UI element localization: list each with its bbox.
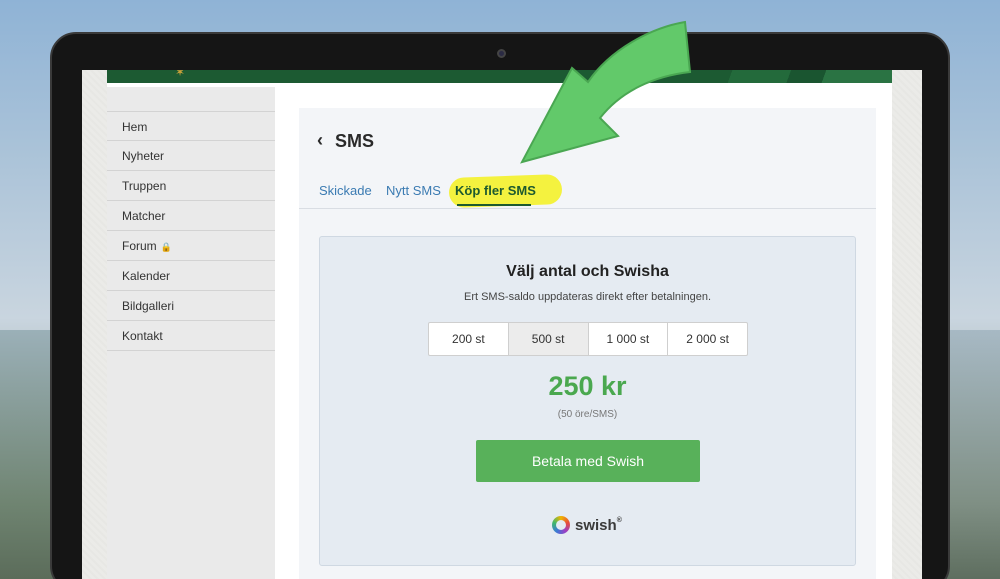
quantity-selector: 200 st 500 st 1 000 st 2 000 st: [428, 322, 748, 356]
option-1000[interactable]: 1 000 st: [589, 323, 669, 355]
sidebar-item-truppen[interactable]: Truppen: [107, 171, 275, 201]
tab-nytt-sms[interactable]: Nytt SMS: [386, 183, 441, 198]
price-note: (50 öre/SMS): [557, 409, 618, 420]
curved-arrow-icon: [520, 20, 692, 164]
sidebar: Hem Nyheter Truppen Matcher Forum 🔒 Kalen…: [107, 87, 275, 579]
sidebar-item-nyheter[interactable]: Nyheter: [107, 141, 275, 171]
sidebar-item-kalender[interactable]: Kalender: [107, 261, 275, 291]
sidebar-item-bildgalleri[interactable]: Bildgalleri: [107, 291, 275, 321]
purchase-card: Välj antal och Swisha Ert SMS-saldo uppd…: [319, 236, 856, 566]
sidebar-item-forum[interactable]: Forum 🔒: [107, 231, 275, 261]
purchase-subtitle: Ert SMS-saldo uppdateras direkt efter be…: [463, 291, 712, 303]
chevron-left-icon[interactable]: ‹: [317, 130, 323, 151]
sidebar-item-hem[interactable]: Hem: [107, 111, 275, 141]
option-200[interactable]: 200 st: [429, 323, 509, 355]
sidebar-item-matcher[interactable]: Matcher: [107, 201, 275, 231]
page-title: SMS: [335, 131, 375, 151]
price: 250 kr: [548, 371, 627, 401]
club-logo-icon[interactable]: ✶: [167, 70, 193, 80]
active-tab-indicator: [457, 204, 531, 206]
pay-with-swish-button[interactable]: Betala med Swish: [476, 440, 700, 482]
swish-logo: swish®: [552, 514, 622, 536]
swish-icon: [552, 516, 570, 534]
tab-kop-fler-sms[interactable]: Köp fler SMS: [455, 183, 536, 198]
sidebar-item-kontakt[interactable]: Kontakt: [107, 321, 275, 351]
purchase-title: Välj antal och Swisha: [506, 263, 669, 280]
divider: [299, 208, 876, 209]
option-2000[interactable]: 2 000 st: [668, 323, 747, 355]
tab-skickade[interactable]: Skickade: [319, 183, 372, 198]
option-500[interactable]: 500 st: [508, 323, 589, 355]
background-right: [945, 330, 1000, 579]
lock-icon: 🔒: [160, 242, 172, 252]
